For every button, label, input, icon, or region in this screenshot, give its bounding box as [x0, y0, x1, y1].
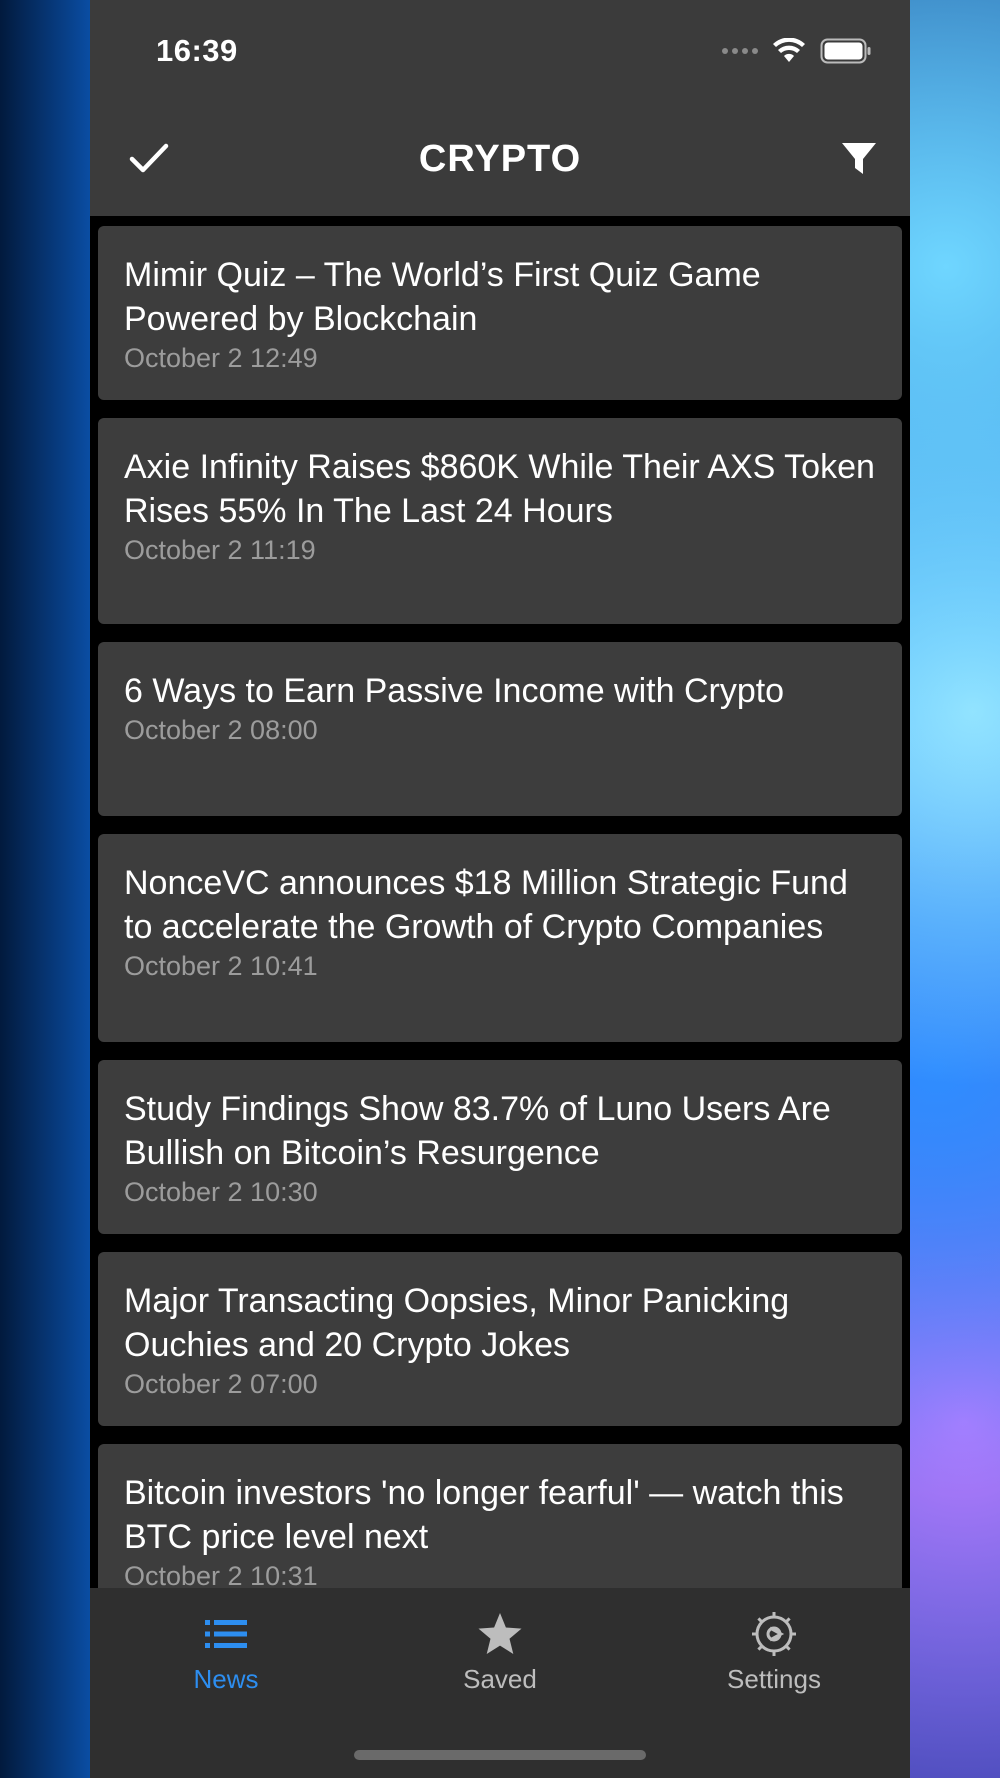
article-card[interactable]: NonceVC announces $18 Million Strategic … — [98, 834, 902, 1042]
news-app: 16:39 CRYPTO Mimir Quiz – The World’s Fi… — [90, 0, 910, 1778]
wifi-icon — [773, 38, 805, 62]
gear-icon — [752, 1612, 796, 1656]
tab-label: News — [193, 1664, 259, 1694]
article-date: October 2 07:00 — [124, 1369, 318, 1399]
tab-news[interactable]: News — [126, 1610, 326, 1695]
list-icon — [205, 1620, 247, 1648]
article-title: Study Findings Show 83.7% of Luno Users … — [124, 1090, 831, 1172]
article-title: Major Transacting Oopsies, Minor Panicki… — [124, 1282, 790, 1364]
status-time: 16:39 — [156, 33, 238, 68]
screen: 16:39 CRYPTO Mimir Quiz – The World’s Fi… — [0, 0, 1000, 1778]
star-icon — [478, 1613, 522, 1654]
status-bar: 16:39 — [90, 0, 910, 100]
page-title: CRYPTO — [418, 138, 582, 180]
article-date: October 2 11:19 — [124, 535, 316, 565]
article-title: Axie Infinity Raises $860K While Their A… — [124, 448, 875, 530]
article-title: Bitcoin investors 'no longer fearful' — … — [124, 1474, 844, 1556]
status-icons — [722, 38, 872, 64]
article-date: October 2 10:41 — [124, 951, 318, 981]
article-card[interactable]: Study Findings Show 83.7% of Luno Users … — [98, 1060, 902, 1234]
article-card[interactable]: Major Transacting Oopsies, Minor Panicki… — [98, 1252, 902, 1426]
article-title: 6 Ways to Earn Passive Income with Crypt… — [124, 672, 785, 710]
wallpaper-right — [910, 0, 1000, 1778]
article-card[interactable]: 6 Ways to Earn Passive Income with Crypt… — [98, 642, 902, 816]
article-card[interactable]: Axie Infinity Raises $860K While Their A… — [98, 418, 902, 624]
tab-saved[interactable]: Saved — [400, 1610, 600, 1695]
article-card[interactable]: Mimir Quiz – The World’s First Quiz Game… — [98, 226, 902, 400]
signal-dots-icon — [722, 48, 758, 54]
article-title: NonceVC announces $18 Million Strategic … — [124, 864, 848, 946]
article-title: Mimir Quiz – The World’s First Quiz Game… — [124, 256, 761, 338]
wallpaper-left — [0, 0, 90, 1778]
tab-label: Saved — [463, 1664, 537, 1694]
home-indicator[interactable] — [354, 1750, 646, 1760]
article-date: October 2 08:00 — [124, 715, 318, 745]
article-date: October 2 12:49 — [124, 343, 318, 373]
battery-icon — [820, 38, 871, 64]
navigation-bar: CRYPTO — [90, 100, 910, 216]
tab-label: Settings — [727, 1664, 821, 1694]
tab-settings[interactable]: Settings — [674, 1610, 874, 1695]
article-date: October 2 10:30 — [124, 1177, 318, 1207]
filter-icon[interactable] — [840, 140, 878, 178]
